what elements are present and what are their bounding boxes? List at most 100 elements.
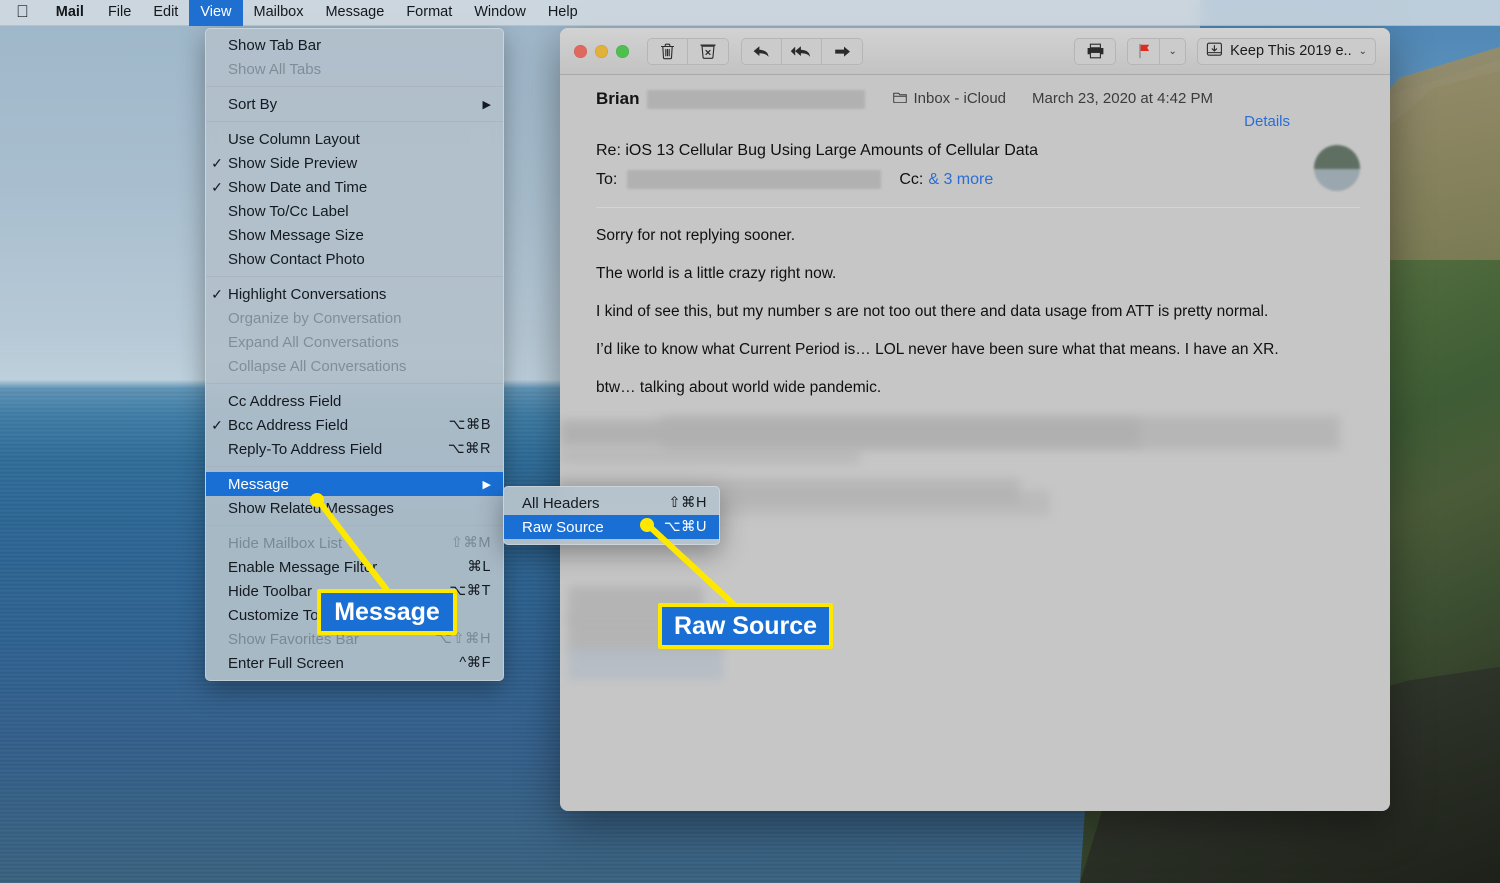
cc-more-link[interactable]: & 3 more xyxy=(928,171,993,189)
menu-item-bcc-address-field[interactable]: ✓ Bcc Address Field ⌥⌘B xyxy=(206,413,503,437)
sender-name: Brian xyxy=(596,89,640,108)
flag-dropdown-button[interactable]: ⌄ xyxy=(1160,38,1186,64)
menu-item-collapse-all-conversations: Collapse All Conversations xyxy=(206,354,503,378)
view-dropdown-menu[interactable]: Show Tab Bar Show All Tabs Sort By ▶ Use Col… xyxy=(205,28,504,681)
body-paragraph: I kind of see this, but my number s are … xyxy=(596,303,1269,320)
callout-message: Message xyxy=(317,589,457,635)
apple-logo-icon:  xyxy=(16,3,29,20)
reply-button[interactable] xyxy=(742,38,782,64)
window-controls xyxy=(574,44,629,58)
menubar-item-edit[interactable]: Edit xyxy=(142,0,189,26)
menu-item-enter-full-screen[interactable]: Enter Full Screen ^⌘F xyxy=(206,651,503,675)
menu-item-label: Show Message Size xyxy=(228,226,364,244)
forward-arrow-icon xyxy=(833,44,852,59)
flag-button[interactable] xyxy=(1128,38,1161,64)
junk-button[interactable] xyxy=(688,38,728,64)
menu-item-cc-address-field[interactable]: Cc Address Field xyxy=(206,389,503,413)
delete-button[interactable] xyxy=(648,38,688,64)
move-to-folder-button[interactable]: Keep This 2019 e.. ⌄ xyxy=(1197,37,1376,65)
apple-menu-icon[interactable]:  xyxy=(0,0,43,26)
menu-item-raw-source[interactable]: Raw Source ⌥⌘U xyxy=(504,515,719,539)
chevron-down-icon: ⌄ xyxy=(1168,45,1177,57)
menu-item-shortcut: ⇧⌘H xyxy=(668,495,707,511)
submenu-arrow-icon: ▶ xyxy=(482,98,491,111)
menu-item-show-message-size[interactable]: Show Message Size xyxy=(206,223,503,247)
menu-item-show-contact-photo[interactable]: Show Contact Photo xyxy=(206,247,503,271)
menu-item-shortcut: ^⌘F xyxy=(459,655,491,671)
menu-item-show-to-cc-label[interactable]: Show To/Cc Label xyxy=(206,199,503,223)
menu-item-highlight-conversations[interactable]: ✓ Highlight Conversations xyxy=(206,282,503,306)
details-link[interactable]: Details xyxy=(596,113,1290,130)
menubar-item-message[interactable]: Message xyxy=(314,0,395,26)
menu-item-label: Enter Full Screen xyxy=(228,654,344,672)
junk-mail-icon xyxy=(700,43,716,60)
menu-item-label: Cc Address Field xyxy=(228,392,342,410)
to-address-redacted xyxy=(627,170,882,189)
reply-forward-group xyxy=(741,37,863,65)
blur-block xyxy=(560,448,860,464)
menu-item-label: Highlight Conversations xyxy=(228,285,387,303)
body-paragraph: The world is a little crazy right now. xyxy=(596,265,837,282)
menu-item-organize-by-conversation: Organize by Conversation xyxy=(206,306,503,330)
menu-separator xyxy=(206,525,503,526)
menu-item-label: Reply-To Address Field xyxy=(228,440,383,458)
menu-item-show-date-and-time[interactable]: ✓ Show Date and Time xyxy=(206,175,503,199)
macos-menu-bar:  MailFileEditViewMailboxMessageFormatWi… xyxy=(0,0,1500,26)
trash-icon xyxy=(660,43,675,60)
menu-item-label: Expand All Conversations xyxy=(228,333,399,351)
mailbox-label: Inbox - iCloud xyxy=(913,90,1007,107)
menu-item-show-related-messages[interactable]: Show Related Messages xyxy=(206,496,503,520)
mailbox-tag: Inbox - iCloud xyxy=(893,90,1006,107)
menu-item-label: Hide Mailbox List xyxy=(228,534,343,552)
forward-button[interactable] xyxy=(822,38,862,64)
menubar-item-view[interactable]: View xyxy=(189,0,243,26)
body-paragraph: btw… talking about world wide pandemic. xyxy=(596,379,882,396)
maximize-button[interactable] xyxy=(616,44,629,58)
blur-block xyxy=(710,490,1050,516)
menu-item-reply-to-address-field[interactable]: Reply-To Address Field ⌥⌘R xyxy=(206,437,503,461)
menu-item-all-headers[interactable]: All Headers ⇧⌘H xyxy=(504,491,719,515)
menu-separator xyxy=(206,276,503,277)
menubar-item-mailbox[interactable]: Mailbox xyxy=(243,0,315,26)
delete-junk-group xyxy=(647,37,729,65)
message-date: March 23, 2020 at 4:42 PM xyxy=(1032,90,1213,107)
callout-raw-source: Raw Source xyxy=(658,603,833,649)
menu-item-shortcut: ⌥⌘B xyxy=(448,417,491,433)
print-button[interactable] xyxy=(1075,38,1116,64)
recipients-row: To: Cc: & 3 more xyxy=(596,170,1356,189)
menu-item-label: Show All Tabs xyxy=(228,60,322,78)
menubar-item-help[interactable]: Help xyxy=(537,0,589,26)
to-label: To: xyxy=(596,170,618,188)
print-group xyxy=(1074,37,1117,65)
menu-item-label: Sort By xyxy=(228,95,278,113)
mail-message-window: ⌄ Keep This 2019 e.. ⌄ Brian Inbox - iCl… xyxy=(560,28,1390,811)
menu-item-sort-by[interactable]: Sort By ▶ xyxy=(206,92,503,116)
close-button[interactable] xyxy=(574,44,587,58)
menu-item-show-side-preview[interactable]: ✓ Show Side Preview xyxy=(206,151,503,175)
menu-item-shortcut: ⌘L xyxy=(467,559,491,575)
menu-item-label: Raw Source xyxy=(522,518,604,536)
printer-icon xyxy=(1086,43,1105,59)
menubar-item-file[interactable]: File xyxy=(97,0,142,26)
blur-block xyxy=(568,648,723,680)
menu-separator xyxy=(206,466,503,467)
menu-item-enable-message-filter[interactable]: Enable Message Filter ⌘L xyxy=(206,555,503,579)
minimize-button[interactable] xyxy=(595,44,608,58)
move-to-folder-label: Keep This 2019 e.. xyxy=(1230,43,1352,59)
reply-all-arrow-icon xyxy=(790,44,813,59)
menu-item-message[interactable]: Message ▶ xyxy=(206,472,503,496)
message-submenu[interactable]: All Headers ⇧⌘H Raw Source ⌥⌘U xyxy=(503,486,720,545)
menu-item-shortcut: ⇧⌘M xyxy=(450,535,491,551)
red-flag-icon xyxy=(1137,43,1151,59)
menubar-item-format[interactable]: Format xyxy=(395,0,463,26)
message-body: Sorry for not replying sooner. The world … xyxy=(560,208,1390,398)
menu-item-label: All Headers xyxy=(522,494,600,512)
menu-item-label: Collapse All Conversations xyxy=(228,357,407,375)
checkmark-icon: ✓ xyxy=(211,154,223,171)
reply-all-button[interactable] xyxy=(782,38,822,64)
menu-item-show-tab-bar[interactable]: Show Tab Bar xyxy=(206,33,503,57)
menubar-item-mail[interactable]: Mail xyxy=(43,0,97,26)
checkmark-icon: ✓ xyxy=(211,285,223,302)
menu-item-use-column-layout[interactable]: Use Column Layout xyxy=(206,127,503,151)
menubar-item-window[interactable]: Window xyxy=(463,0,537,26)
